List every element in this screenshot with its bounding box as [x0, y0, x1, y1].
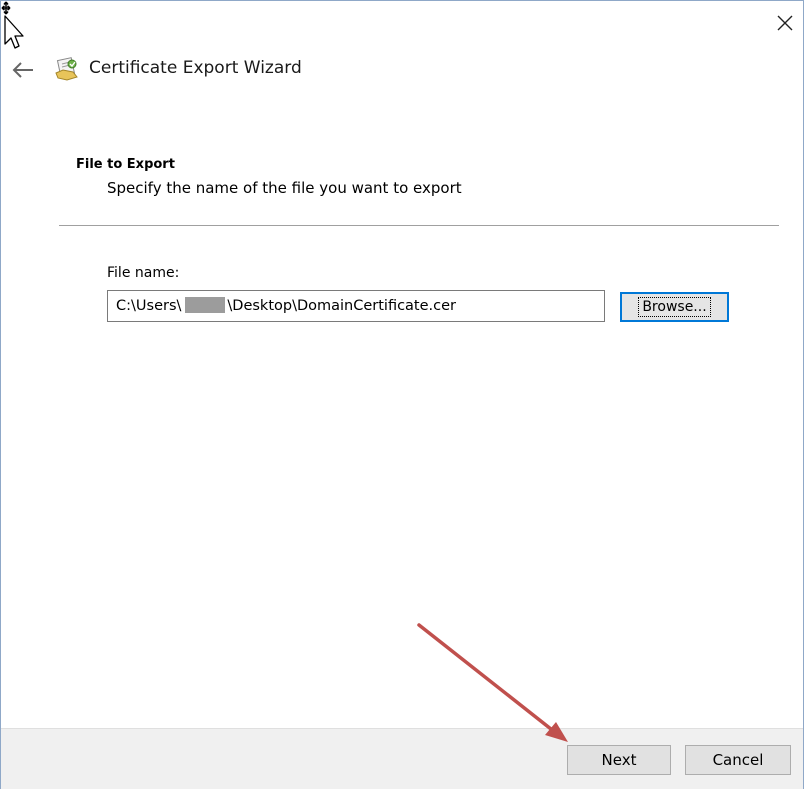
page-heading: File to Export	[76, 157, 175, 172]
next-button[interactable]: Next	[567, 745, 671, 775]
mouse-cursor-icon	[1, 1, 24, 49]
close-button[interactable]	[765, 7, 804, 39]
cancel-button[interactable]: Cancel	[685, 745, 791, 775]
cancel-button-label: Cancel	[712, 751, 764, 769]
redacted-username	[185, 297, 226, 313]
back-button[interactable]	[9, 56, 37, 84]
certificate-icon	[55, 57, 78, 81]
close-icon	[777, 15, 793, 31]
wizard-title: Certificate Export Wizard	[89, 58, 302, 78]
file-name-label: File name:	[107, 265, 180, 281]
wizard-footer: Next Cancel	[1, 728, 803, 789]
back-arrow-icon	[12, 62, 33, 78]
file-name-input[interactable]: C:\Users\ \Desktop\DomainCertificate.cer	[107, 290, 605, 322]
next-button-label: Next	[601, 751, 637, 769]
wizard-window: Certificate Export Wizard File to Export…	[0, 0, 804, 789]
file-path-prefix: C:\Users\	[116, 298, 182, 314]
browse-button-label: Browse...	[638, 297, 711, 317]
file-path-suffix: \Desktop\DomainCertificate.cer	[227, 298, 457, 314]
page-subheading: Specify the name of the file you want to…	[107, 179, 462, 197]
browse-button[interactable]: Browse...	[620, 292, 729, 322]
header-divider	[59, 225, 779, 226]
